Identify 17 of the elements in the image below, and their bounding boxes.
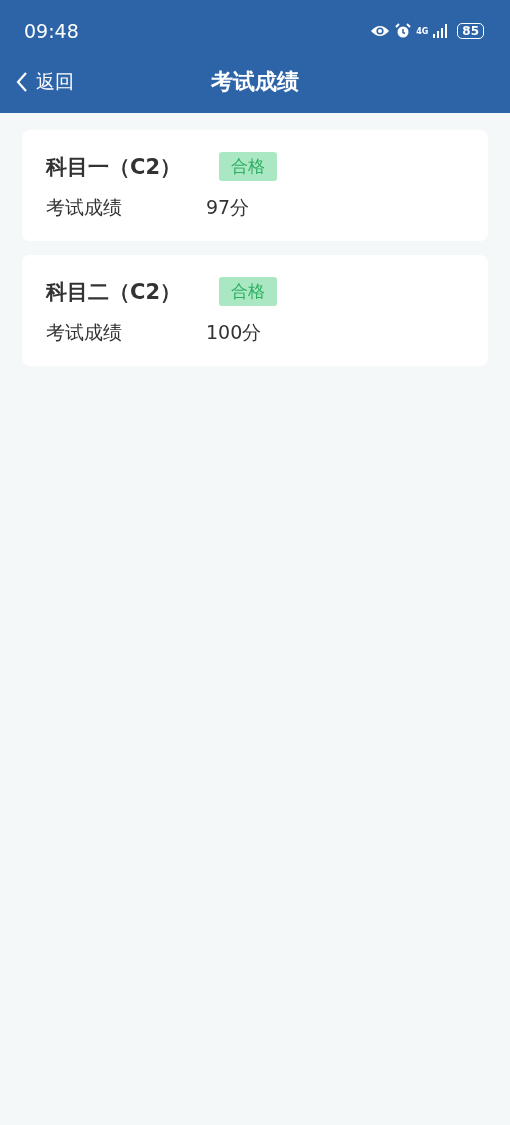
score-value: 97分: [206, 195, 250, 220]
status-badge: 合格: [219, 277, 277, 306]
subject-title: 科目二（C2）: [46, 278, 183, 306]
page-title: 考试成绩: [211, 68, 299, 96]
status-time: 09:48: [24, 20, 79, 42]
subject-title: 科目一（C2）: [46, 153, 183, 181]
chevron-left-icon: [16, 71, 28, 93]
alarm-icon: [395, 23, 412, 39]
score-value: 100分: [206, 320, 262, 345]
score-label: 考试成绩: [46, 320, 123, 345]
battery-indicator: 85: [457, 23, 484, 39]
status-badge: 合格: [219, 152, 277, 181]
eye-icon: [370, 24, 391, 38]
score-label: 考试成绩: [46, 195, 123, 220]
network-label: 4G: [416, 26, 429, 36]
back-button[interactable]: 返回: [0, 69, 74, 95]
signal-icon: [433, 24, 450, 38]
